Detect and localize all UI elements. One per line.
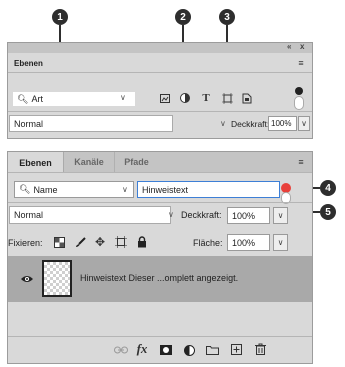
- layers-panel-compact: « x Ebenen ≡ 🔍︎ Art ∨ T Normal ∨ Deckkra…: [7, 42, 313, 139]
- folder-icon[interactable]: [206, 344, 219, 355]
- chevron-down-icon: ∨: [220, 119, 226, 128]
- filter-toggle-switch[interactable]: [294, 96, 304, 110]
- fill-label: Fläche:: [193, 238, 223, 248]
- opacity-input[interactable]: 100%: [268, 116, 297, 131]
- divider: [8, 72, 312, 73]
- opacity-label: Deckkraft:: [231, 119, 270, 129]
- opacity-label: Deckkraft:: [181, 210, 222, 220]
- image-filter-icon[interactable]: [160, 92, 170, 104]
- opacity-value: 100%: [271, 119, 292, 128]
- lock-pixels-icon[interactable]: [74, 236, 86, 248]
- smartobject-filter-icon[interactable]: [241, 92, 253, 104]
- filter-kind-select[interactable]: 🔍︎ Art: [13, 92, 135, 106]
- mask-icon[interactable]: [159, 344, 172, 355]
- blend-mode-value: Normal: [14, 118, 44, 129]
- link-icon[interactable]: [114, 344, 128, 356]
- fill-input[interactable]: 100%: [227, 234, 270, 251]
- divider: [8, 202, 312, 203]
- divider: [8, 111, 312, 112]
- layer-row[interactable]: Hinweistext Dieser ...omplett angezeigt.: [8, 256, 312, 302]
- new-layer-icon[interactable]: [230, 343, 242, 355]
- collapse-button[interactable]: «: [287, 42, 291, 51]
- lock-transparency-icon[interactable]: [53, 236, 65, 248]
- chevron-down-icon: ∨: [122, 185, 128, 194]
- callout-1: 1: [52, 9, 68, 25]
- callout-4: 4: [320, 180, 336, 196]
- divider: [8, 336, 312, 337]
- menu-icon[interactable]: ≡: [296, 157, 306, 167]
- filter-kind-value: Name: [33, 184, 58, 195]
- filter-kind-select[interactable]: 🔍︎ Name: [14, 181, 134, 198]
- search-icon: 🔍︎: [19, 184, 31, 194]
- chevron-down-icon: ∨: [168, 210, 174, 219]
- opacity-dropdown-button[interactable]: ∨: [273, 207, 288, 224]
- divider: [8, 172, 312, 173]
- lock-all-icon[interactable]: [136, 235, 147, 248]
- text-filter-icon[interactable]: T: [200, 91, 212, 104]
- fill-dropdown-button[interactable]: ∨: [273, 234, 288, 251]
- layer-thumbnail: [42, 260, 72, 297]
- fx-icon[interactable]: fx: [135, 341, 149, 356]
- panel-titlebar: [8, 43, 312, 53]
- layers-panel: Ebenen Kanäle Pfade ≡ 🔍︎ Name ∨ Hinweist…: [7, 151, 313, 364]
- tab-paths[interactable]: Pfade: [114, 152, 158, 172]
- tab-layers[interactable]: Ebenen: [8, 152, 64, 173]
- tab-channels[interactable]: Kanäle: [64, 152, 114, 172]
- callout-2: 2: [175, 9, 191, 25]
- filter-toggle-dot[interactable]: [295, 87, 303, 95]
- callout-3: 3: [219, 9, 235, 25]
- callout-5: 5: [320, 204, 336, 220]
- eye-icon[interactable]: [21, 274, 33, 284]
- layer-name[interactable]: Hinweistext Dieser ...omplett angezeigt.: [80, 273, 238, 283]
- opacity-dropdown-button[interactable]: ∨: [298, 116, 310, 131]
- panel-title[interactable]: Ebenen: [14, 59, 43, 68]
- menu-icon[interactable]: ≡: [296, 58, 306, 68]
- adjustment-filter-icon[interactable]: [179, 92, 191, 104]
- filter-name-input[interactable]: Hinweistext: [137, 181, 280, 198]
- close-button[interactable]: x: [300, 42, 304, 51]
- trash-icon[interactable]: [254, 342, 266, 355]
- lock-artboard-icon[interactable]: [114, 236, 127, 248]
- adjustment-icon[interactable]: [183, 344, 195, 356]
- lock-label: Fixieren:: [8, 238, 43, 248]
- opacity-input[interactable]: 100%: [227, 207, 270, 224]
- blend-mode-select[interactable]: Normal: [9, 206, 171, 224]
- filter-kind-value: Art: [31, 94, 43, 104]
- blend-mode-value: Normal: [14, 210, 44, 220]
- fill-value: 100%: [232, 237, 256, 248]
- filter-name-value: Hinweistext: [142, 184, 189, 195]
- chevron-down-icon: ∨: [120, 93, 126, 102]
- blend-mode-select[interactable]: Normal: [9, 115, 173, 132]
- search-icon: 🔍︎: [17, 93, 29, 104]
- opacity-value: 100%: [232, 210, 256, 221]
- shape-filter-icon[interactable]: [221, 92, 233, 104]
- lock-position-icon[interactable]: ✥: [94, 235, 106, 249]
